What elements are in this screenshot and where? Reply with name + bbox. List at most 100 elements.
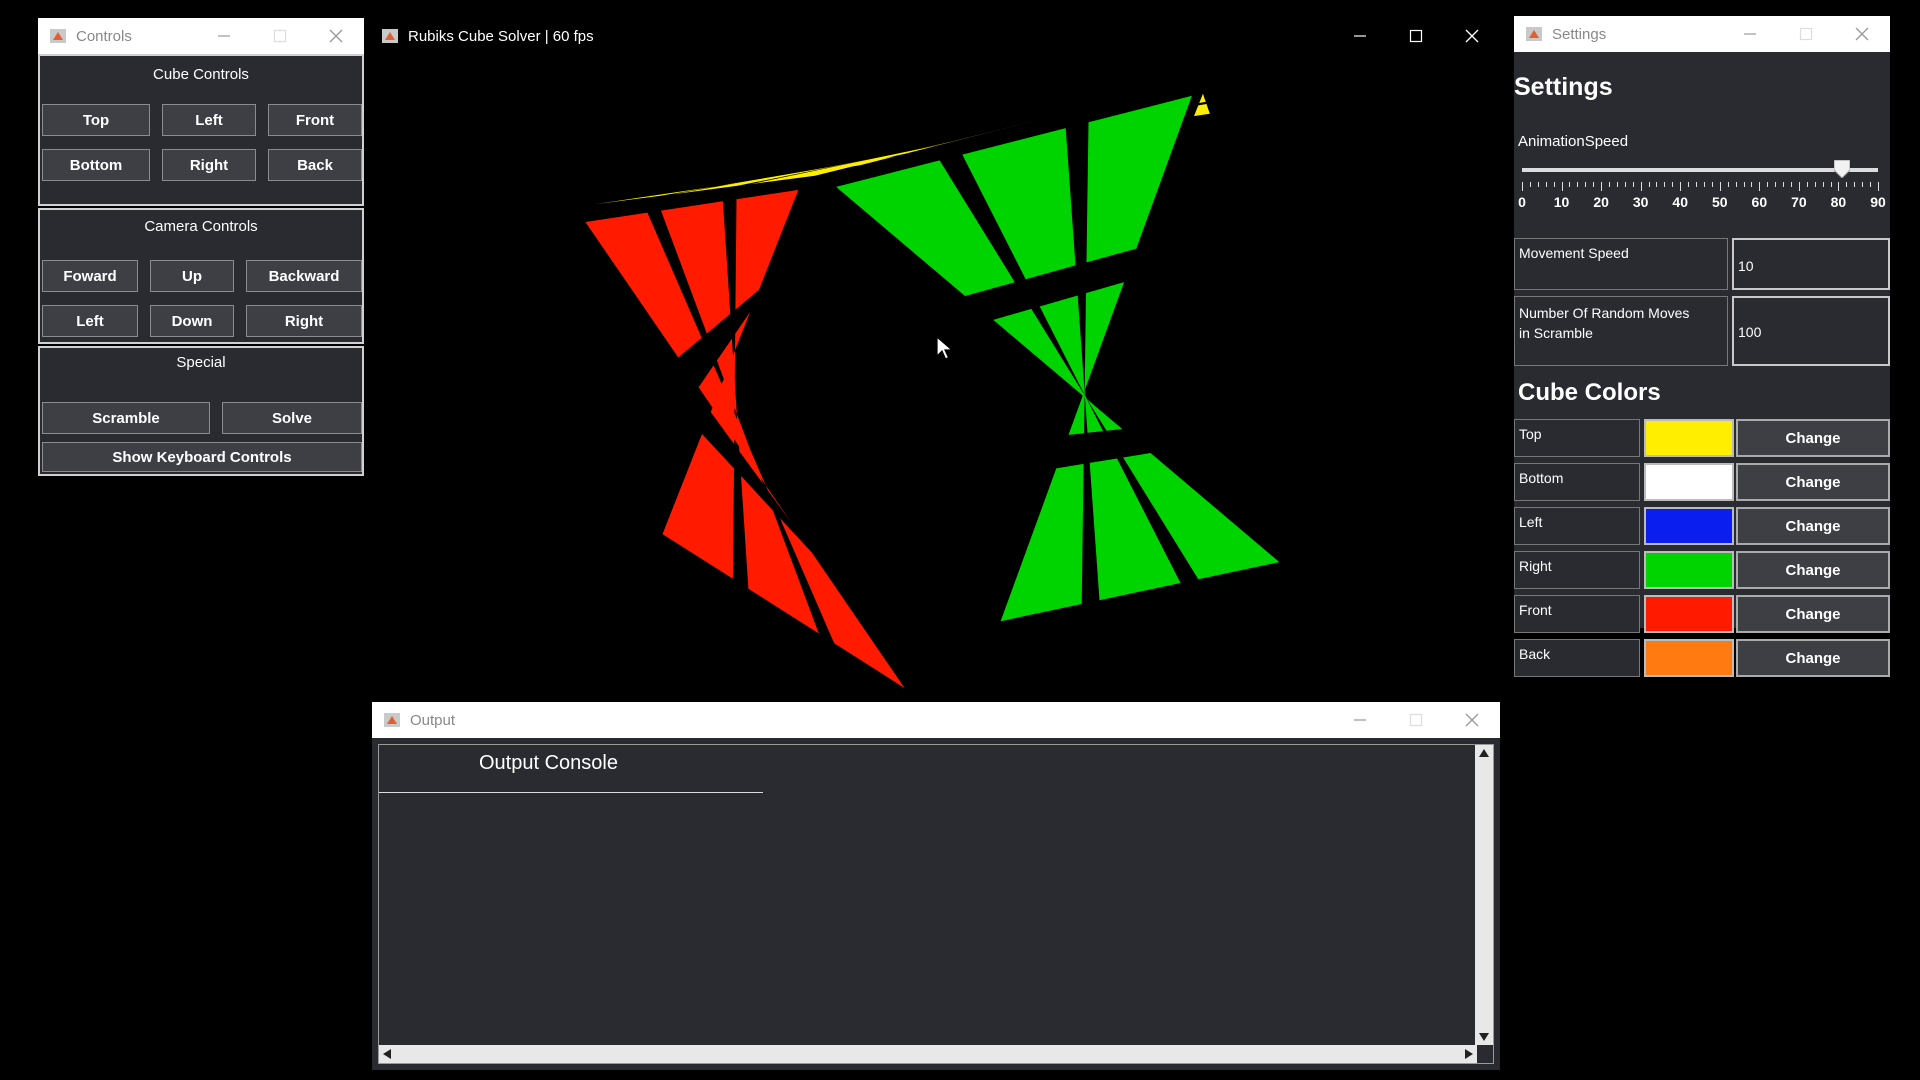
- slider-tick: [1656, 182, 1658, 187]
- output-title: Output: [410, 711, 456, 729]
- change-color-button-front[interactable]: Change: [1736, 595, 1890, 633]
- close-icon[interactable]: [308, 18, 364, 54]
- slider-tick: [1854, 182, 1856, 187]
- color-face-label: Right: [1519, 558, 1552, 574]
- maximize-icon[interactable]: [1778, 16, 1834, 52]
- camera-left-button[interactable]: Left: [42, 305, 138, 337]
- camera-up-button[interactable]: Up: [150, 260, 234, 292]
- minimize-icon[interactable]: [196, 18, 252, 54]
- scroll-left-icon[interactable]: [383, 1049, 391, 1059]
- slider-tick: [1640, 182, 1642, 191]
- slider-tick-label: 90: [1870, 194, 1886, 210]
- animation-speed-slider[interactable]: 0 10 20 30 40 50 60 70 80 90: [1518, 159, 1886, 232]
- output-console[interactable]: Output Console: [378, 744, 1494, 1064]
- slider-thumb[interactable]: [1833, 159, 1851, 179]
- show-keyboard-controls-button[interactable]: Show Keyboard Controls: [42, 442, 362, 472]
- cube-right-sticker: [1086, 95, 1192, 263]
- color-face-label: Top: [1519, 426, 1542, 442]
- slider-tick: [1862, 182, 1864, 187]
- scroll-down-icon[interactable]: [1479, 1033, 1489, 1041]
- settings-panel: Settings AnimationSpeed 0 10 20 30 40 50 60 70 8…: [1514, 52, 1890, 677]
- main-titlebar[interactable]: Rubiks Cube Solver | 60 fps: [370, 18, 1500, 54]
- slider-tick: [1609, 182, 1611, 187]
- change-color-button-right[interactable]: Change: [1736, 551, 1890, 589]
- change-color-button-left[interactable]: Change: [1736, 507, 1890, 545]
- main-title: Rubiks Cube Solver | 60 fps: [408, 27, 594, 45]
- slider-tick: [1664, 182, 1666, 187]
- slider-tick: [1529, 182, 1531, 187]
- color-swatch-left: [1644, 507, 1734, 545]
- camera-right-button[interactable]: Right: [246, 305, 362, 337]
- slider-tick-label: 50: [1711, 194, 1728, 210]
- slider-tick: [1703, 182, 1705, 187]
- vertical-scrollbar[interactable]: [1475, 745, 1493, 1045]
- cube-right-button[interactable]: Right: [162, 149, 256, 181]
- minimize-icon[interactable]: [1722, 16, 1778, 52]
- scramble-button[interactable]: Scramble: [42, 402, 210, 434]
- change-color-button-back[interactable]: Change: [1736, 639, 1890, 677]
- cube-controls-title: Cube Controls: [153, 66, 249, 83]
- console-title-divider: [379, 792, 763, 793]
- slider-tick: [1553, 182, 1555, 187]
- java-app-icon: [50, 29, 66, 43]
- camera-controls-title: Camera Controls: [144, 218, 258, 235]
- change-color-button-top[interactable]: Change: [1736, 419, 1890, 457]
- slider-track: [1522, 168, 1878, 172]
- random-moves-label-line1: Number Of Random Moves: [1519, 305, 1690, 321]
- color-face-label: Back: [1519, 646, 1551, 662]
- special-panel: Special Scramble Solve Show Keyboard Con…: [38, 346, 364, 476]
- color-swatch-back: [1644, 639, 1734, 677]
- color-face-label: Bottom: [1519, 470, 1564, 486]
- slider-tick: [1870, 182, 1872, 187]
- slider-tick-label: 20: [1593, 194, 1609, 210]
- output-titlebar[interactable]: Output: [372, 702, 1500, 738]
- horizontal-scrollbar[interactable]: [379, 1045, 1477, 1063]
- slider-tick: [1790, 182, 1792, 187]
- slider-tick: [1775, 182, 1777, 187]
- camera-down-button[interactable]: Down: [150, 305, 234, 337]
- controls-titlebar[interactable]: Controls: [38, 18, 364, 54]
- random-moves-input[interactable]: 100: [1732, 296, 1890, 366]
- slider-tick: [1696, 182, 1698, 187]
- cube-viewport[interactable]: [370, 54, 1500, 690]
- close-icon[interactable]: [1834, 16, 1890, 52]
- cube-left-button[interactable]: Left: [162, 104, 256, 136]
- color-label-cell: Bottom: [1514, 463, 1640, 501]
- camera-backward-button[interactable]: Backward: [246, 260, 362, 292]
- cube-back-button[interactable]: Back: [268, 149, 362, 181]
- maximize-icon[interactable]: [252, 18, 308, 54]
- cube-bottom-button[interactable]: Bottom: [42, 149, 150, 181]
- close-icon[interactable]: [1444, 702, 1500, 738]
- slider-tick: [1783, 182, 1785, 187]
- slider-tick: [1846, 182, 1848, 187]
- close-icon[interactable]: [1444, 18, 1500, 54]
- color-label-cell: Left: [1514, 507, 1640, 545]
- maximize-icon[interactable]: [1388, 702, 1444, 738]
- java-app-icon: [1526, 27, 1542, 41]
- settings-titlebar[interactable]: Settings: [1514, 16, 1890, 52]
- cube-front-sticker: [735, 189, 799, 310]
- scroll-right-icon[interactable]: [1465, 1049, 1473, 1059]
- cube-top-button[interactable]: Top: [42, 104, 150, 136]
- slider-tick: [1624, 182, 1626, 187]
- camera-forward-button[interactable]: Foward: [42, 260, 138, 292]
- scroll-up-icon[interactable]: [1479, 749, 1489, 757]
- color-label-cell: Back: [1514, 639, 1640, 677]
- settings-title: Settings: [1552, 25, 1607, 43]
- change-color-button-bottom[interactable]: Change: [1736, 463, 1890, 501]
- slider-tick: [1830, 182, 1832, 187]
- slider-tick: [1751, 182, 1753, 187]
- slider-tick-label: 60: [1751, 194, 1768, 210]
- controls-title: Controls: [76, 27, 132, 45]
- slider-tick: [1537, 182, 1539, 187]
- main-window: Rubiks Cube Solver | 60 fps: [370, 18, 1500, 690]
- solve-button[interactable]: Solve: [222, 402, 362, 434]
- maximize-icon[interactable]: [1388, 18, 1444, 54]
- cube-front-button[interactable]: Front: [268, 104, 362, 136]
- movement-speed-input[interactable]: 10: [1732, 238, 1890, 290]
- settings-heading: Settings: [1514, 73, 1613, 101]
- minimize-icon[interactable]: [1332, 702, 1388, 738]
- minimize-icon[interactable]: [1332, 18, 1388, 54]
- slider-tick: [1822, 182, 1824, 187]
- output-console-title: Output Console: [479, 752, 618, 774]
